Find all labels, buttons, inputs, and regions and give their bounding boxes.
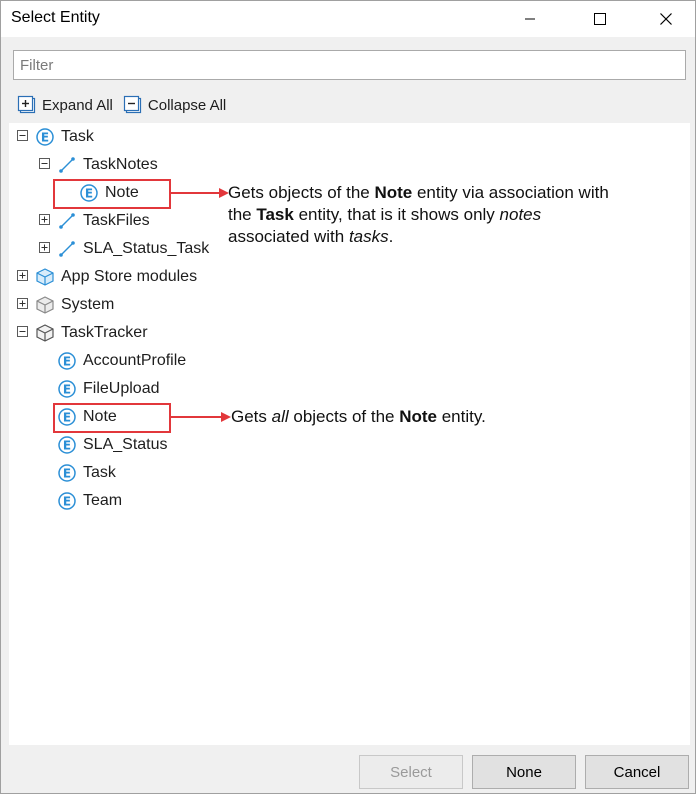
module-icon bbox=[36, 296, 54, 314]
expand-all-label: Expand All bbox=[42, 96, 113, 114]
tree-node-note[interactable]: E Note bbox=[57, 405, 117, 429]
cancel-button[interactable]: Cancel bbox=[585, 755, 689, 789]
svg-text:E: E bbox=[63, 383, 71, 397]
svg-text:E: E bbox=[41, 131, 49, 145]
dialog-content: Expand All Collapse All E Task bbox=[1, 37, 695, 793]
association-icon bbox=[59, 213, 75, 229]
callout-arrow bbox=[171, 188, 229, 198]
close-icon bbox=[660, 13, 672, 25]
entity-icon: E bbox=[58, 436, 76, 454]
select-entity-dialog: Select Entity Expand All bbox=[0, 0, 696, 794]
collapse-all-label: Collapse All bbox=[147, 96, 227, 114]
entity-icon: E bbox=[80, 184, 98, 202]
filter-input[interactable] bbox=[13, 50, 686, 80]
tree-node-sla-status[interactable]: E SLA_Status bbox=[57, 433, 168, 457]
collapse-toggle[interactable] bbox=[17, 130, 28, 141]
maximize-icon bbox=[594, 13, 606, 25]
svg-text:E: E bbox=[63, 355, 71, 369]
tree-node-fileupload[interactable]: E FileUpload bbox=[57, 377, 159, 401]
tree-toolbar: Expand All Collapse All bbox=[17, 93, 236, 117]
title-bar: Select Entity bbox=[1, 1, 695, 37]
tree-node-sla-status-task[interactable]: SLA_Status_Task bbox=[57, 237, 209, 261]
annotation-all-notes: Gets all objects of the Note entity. bbox=[231, 407, 486, 426]
collapse-toggle[interactable] bbox=[39, 158, 50, 169]
tree-node-note-association[interactable]: E Note bbox=[79, 181, 139, 205]
expand-toggle[interactable] bbox=[17, 270, 28, 281]
entity-icon: E bbox=[58, 352, 76, 370]
entity-icon: E bbox=[58, 492, 76, 510]
annotation-association-note: Gets objects of the Note entity via asso… bbox=[228, 183, 609, 246]
maximize-button[interactable] bbox=[577, 1, 623, 37]
minimize-button[interactable] bbox=[507, 1, 553, 37]
tree-node-task[interactable]: E Task bbox=[35, 125, 94, 149]
tree-node-accountprofile[interactable]: E AccountProfile bbox=[57, 349, 186, 373]
tree-node-system[interactable]: System bbox=[35, 293, 114, 317]
entity-icon: E bbox=[58, 408, 76, 426]
entity-icon: E bbox=[58, 380, 76, 398]
collapse-all-icon bbox=[123, 95, 141, 114]
none-button[interactable]: None bbox=[472, 755, 576, 789]
tree-node-tasknotes[interactable]: TaskNotes bbox=[57, 153, 158, 177]
expand-toggle[interactable] bbox=[17, 298, 28, 309]
entity-icon: E bbox=[58, 464, 76, 482]
expand-toggle[interactable] bbox=[39, 214, 50, 225]
module-icon bbox=[36, 324, 54, 342]
tree-node-task-entity[interactable]: E Task bbox=[57, 461, 116, 485]
expand-all-button[interactable]: Expand All bbox=[17, 95, 113, 115]
module-icon bbox=[36, 268, 54, 286]
minimize-icon bbox=[525, 18, 535, 20]
callout-arrow bbox=[171, 412, 231, 422]
close-button[interactable] bbox=[643, 1, 689, 37]
expand-all-icon bbox=[17, 95, 36, 114]
svg-text:E: E bbox=[85, 187, 93, 201]
svg-text:E: E bbox=[63, 467, 71, 481]
association-icon bbox=[59, 241, 75, 257]
dialog-title: Select Entity bbox=[11, 9, 100, 26]
tree-node-tasktracker[interactable]: TaskTracker bbox=[35, 321, 148, 345]
select-button[interactable]: Select bbox=[359, 755, 463, 789]
svg-text:E: E bbox=[63, 495, 71, 509]
tree-node-team[interactable]: E Team bbox=[57, 489, 122, 513]
collapse-toggle[interactable] bbox=[17, 326, 28, 337]
entity-icon: E bbox=[36, 128, 54, 146]
entity-tree: E Task TaskNotes E Note TaskFiles SLA_St… bbox=[9, 123, 690, 745]
collapse-all-button[interactable]: Collapse All bbox=[123, 95, 226, 115]
svg-text:E: E bbox=[63, 439, 71, 453]
expand-toggle[interactable] bbox=[39, 242, 50, 253]
tree-node-taskfiles[interactable]: TaskFiles bbox=[57, 209, 150, 233]
svg-text:E: E bbox=[63, 411, 71, 425]
association-icon bbox=[59, 157, 75, 173]
tree-node-app-store-modules[interactable]: App Store modules bbox=[35, 265, 197, 289]
